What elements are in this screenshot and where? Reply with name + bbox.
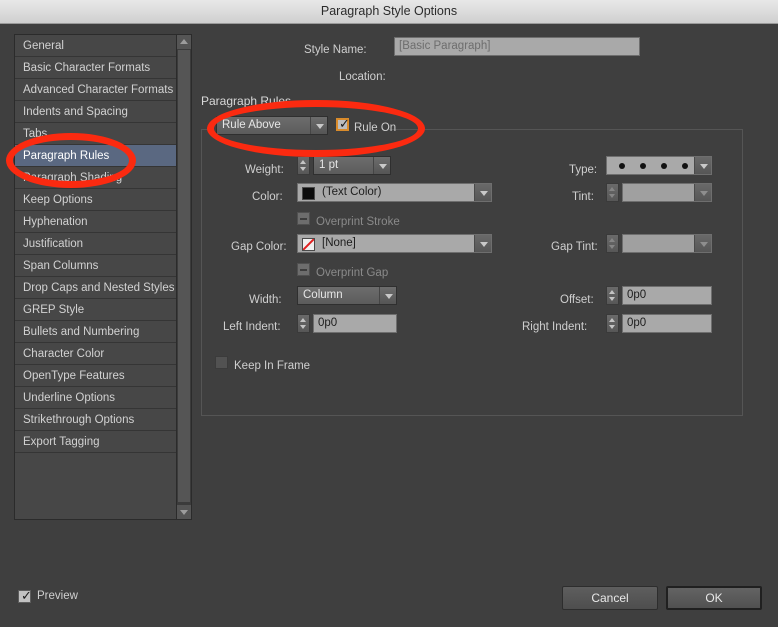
sidebar-item-grep-style[interactable]: GREP Style	[15, 299, 177, 321]
left-indent-input[interactable]: 0p0	[313, 314, 397, 333]
gap-color-label: Gap Color:	[231, 241, 287, 253]
sidebar-item-tabs[interactable]: Tabs	[15, 123, 177, 145]
rule-color-dropdown[interactable]: (Text Color)	[297, 183, 492, 202]
overprint-gap-label: Overprint Gap	[316, 267, 389, 279]
rule-type-dropdown[interactable]	[606, 156, 712, 175]
gap-color-value: [None]	[322, 237, 356, 249]
options-category-sidebar: General Basic Character Formats Advanced C…	[14, 34, 192, 520]
rule-on-checkbox[interactable]: ✓	[336, 117, 350, 132]
checkmark-icon: ✓	[21, 589, 32, 604]
chevron-down-icon[interactable]	[694, 235, 711, 252]
preview-checkbox[interactable]: ✓	[18, 589, 32, 604]
sidebar-item-paragraph-shading[interactable]: Paragraph Shading	[15, 167, 177, 189]
width-label: Width:	[249, 294, 282, 306]
keep-in-frame-label: Keep In Frame	[234, 360, 311, 372]
tint-stepper[interactable]	[606, 183, 619, 202]
sidebar-item-bullets-and-numbering[interactable]: Bullets and Numbering	[15, 321, 177, 343]
sidebar-item-underline-options[interactable]: Underline Options	[15, 387, 177, 409]
type-dot-icon	[619, 163, 625, 169]
dialog-title: Paragraph Style Options	[320, 4, 458, 18]
preview-label: Preview	[37, 590, 78, 602]
color-value: (Text Color)	[322, 186, 382, 198]
rule-position-value: Rule Above	[222, 119, 281, 131]
offset-stepper[interactable]	[606, 286, 619, 305]
rule-position-dropdown[interactable]: Rule Above	[216, 116, 328, 135]
options-main-pane: Style Name: [Basic Paragraph] Location: …	[200, 34, 760, 520]
sidebar-item-export-tagging[interactable]: Export Tagging	[15, 431, 177, 453]
sidebar-item-basic-character-formats[interactable]: Basic Character Formats	[15, 57, 177, 79]
sidebar-item-character-color[interactable]: Character Color	[15, 343, 177, 365]
sidebar-item-hyphenation[interactable]: Hyphenation	[15, 211, 177, 233]
right-indent-label: Right Indent:	[522, 321, 588, 333]
weight-stepper[interactable]	[297, 156, 310, 175]
scroll-up-arrow-icon[interactable]	[177, 35, 191, 49]
chevron-down-icon[interactable]	[373, 157, 390, 174]
sidebar-item-paragraph-rules[interactable]: Paragraph Rules	[15, 145, 177, 167]
right-indent-stepper[interactable]	[606, 314, 619, 333]
weight-value: 1 pt	[319, 159, 339, 171]
overprint-stroke-checkbox[interactable]	[297, 212, 310, 225]
sidebar-item-drop-caps-and-nested-styles[interactable]: Drop Caps and Nested Styles	[15, 277, 177, 299]
sidebar-item-general[interactable]: General	[15, 35, 177, 57]
type-dot-icon	[640, 163, 646, 169]
gap-tint-stepper[interactable]	[606, 234, 619, 253]
section-title: Paragraph Rules	[201, 94, 292, 108]
sidebar-item-justification[interactable]: Justification	[15, 233, 177, 255]
sidebar-item-keep-options[interactable]: Keep Options	[15, 189, 177, 211]
offset-input[interactable]: 0p0	[622, 286, 712, 305]
weight-dropdown[interactable]: 1 pt	[313, 156, 391, 175]
style-name-input[interactable]: [Basic Paragraph]	[394, 37, 640, 56]
gap-tint-dropdown[interactable]	[622, 234, 712, 253]
offset-label: Offset:	[560, 294, 594, 306]
category-list: General Basic Character Formats Advanced C…	[15, 35, 177, 519]
checkmark-icon: ✓	[339, 117, 350, 132]
style-name-label: Style Name:	[304, 44, 367, 56]
scroll-down-arrow-icon[interactable]	[177, 505, 191, 519]
width-dropdown[interactable]: Column	[297, 286, 397, 305]
width-value: Column	[303, 289, 343, 301]
sidebar-scrollbar[interactable]	[176, 35, 191, 519]
sidebar-item-strikethrough-options[interactable]: Strikethrough Options	[15, 409, 177, 431]
type-dot-icon	[661, 163, 667, 169]
paragraph-style-options-dialog: Paragraph Style Options General Basic Cha…	[0, 0, 778, 627]
gap-color-dropdown[interactable]: [None]	[297, 234, 492, 253]
chevron-down-icon[interactable]	[474, 235, 491, 252]
type-dot-icon	[682, 163, 688, 169]
chevron-down-icon[interactable]	[379, 287, 396, 304]
sidebar-empty-space	[15, 453, 177, 519]
tint-dropdown[interactable]	[622, 183, 712, 202]
ok-button[interactable]: OK	[666, 586, 762, 610]
type-label: Type:	[569, 164, 598, 176]
left-indent-label: Left Indent:	[223, 321, 281, 333]
scrollbar-thumb[interactable]	[178, 50, 190, 502]
none-swatch-icon	[302, 238, 315, 251]
dialog-titlebar: Paragraph Style Options	[0, 0, 778, 24]
tint-label: Tint:	[572, 191, 594, 203]
chevron-down-icon[interactable]	[694, 184, 711, 201]
overprint-stroke-label: Overprint Stroke	[316, 216, 400, 228]
color-swatch-icon	[302, 187, 315, 200]
left-indent-stepper[interactable]	[297, 314, 310, 333]
overprint-gap-checkbox[interactable]	[297, 263, 310, 276]
weight-label: Weight:	[245, 164, 284, 176]
sidebar-item-advanced-character-formats[interactable]: Advanced Character Formats	[15, 79, 177, 101]
chevron-down-icon[interactable]	[694, 157, 711, 174]
right-indent-input[interactable]: 0p0	[622, 314, 712, 333]
location-label: Location:	[339, 71, 386, 83]
sidebar-item-indents-and-spacing[interactable]: Indents and Spacing	[15, 101, 177, 123]
chevron-down-icon[interactable]	[310, 117, 327, 134]
gap-tint-label: Gap Tint:	[551, 241, 598, 253]
color-label: Color:	[252, 191, 283, 203]
sidebar-item-span-columns[interactable]: Span Columns	[15, 255, 177, 277]
chevron-down-icon[interactable]	[474, 184, 491, 201]
rule-on-label: Rule On	[354, 122, 397, 134]
keep-in-frame-checkbox[interactable]	[215, 356, 228, 369]
cancel-button[interactable]: Cancel	[562, 586, 658, 610]
sidebar-item-opentype-features[interactable]: OpenType Features	[15, 365, 177, 387]
